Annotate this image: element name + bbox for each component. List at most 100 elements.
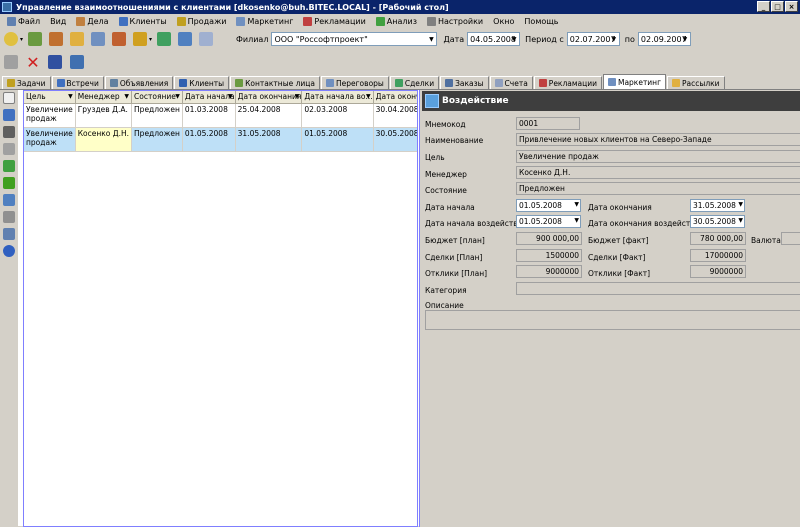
tag-button[interactable] xyxy=(155,30,173,48)
disabled-button[interactable] xyxy=(2,53,20,71)
book-button[interactable] xyxy=(110,30,128,48)
table-row[interactable]: Увеличение продаж Груздев Д.А. Предложен 01… xyxy=(24,103,417,128)
tab-10[interactable]: Маркетинг xyxy=(602,74,667,89)
tab-4[interactable]: Контактные лица xyxy=(230,76,320,89)
columns-icon[interactable] xyxy=(3,194,15,206)
menu-item-1[interactable]: Вид xyxy=(45,14,71,28)
goal-field[interactable]: Увеличение продаж xyxy=(516,150,800,163)
menu-item-9[interactable]: Окно xyxy=(488,14,519,28)
menu-item-3[interactable]: Клиенты xyxy=(114,14,172,28)
description-field[interactable] xyxy=(425,310,800,330)
tab-6[interactable]: Сделки xyxy=(389,76,440,89)
tab-3[interactable]: Клиенты xyxy=(174,76,230,89)
period-to-select[interactable]: 02.09.2007 ▼ xyxy=(637,32,691,46)
table-cell[interactable]: Предложен xyxy=(131,103,183,128)
state-field[interactable]: Предложен xyxy=(516,182,800,195)
table-cell[interactable]: 01.05.2008 xyxy=(182,127,236,152)
budget-plan-field[interactable]: 900 000,00 xyxy=(516,232,582,245)
responses-fact-field[interactable]: 9000000 xyxy=(690,265,746,278)
print-icon[interactable] xyxy=(3,211,15,223)
menu-item-label: Помощь xyxy=(524,16,559,26)
currency-field[interactable] xyxy=(781,232,800,245)
date-select[interactable]: 04.05.2008 ▼ xyxy=(467,32,521,46)
name-field[interactable]: Привлечение новых клиентов на Северо-Зап… xyxy=(516,133,800,146)
grid-button[interactable] xyxy=(176,30,194,48)
table-cell[interactable]: Косенко Д.Н. xyxy=(75,127,133,152)
tab-5[interactable]: Переговоры xyxy=(320,76,389,89)
table-cell[interactable]: Увеличение продаж xyxy=(24,103,76,128)
tab-0[interactable]: Задачи xyxy=(2,76,51,89)
table-cell[interactable]: 25.04.2008 xyxy=(235,103,303,128)
table-cell[interactable]: 30.04.2008 xyxy=(373,103,417,128)
column-header[interactable]: Состояние ▼ xyxy=(131,91,183,104)
calendar-icon xyxy=(91,32,106,46)
tab-2[interactable]: Объявления xyxy=(104,76,174,89)
manager-field[interactable]: Косенко Д.Н. xyxy=(516,166,800,179)
pages-button[interactable] xyxy=(197,30,215,48)
menu-item-6[interactable]: Рекламации xyxy=(298,14,370,28)
pen-button[interactable] xyxy=(131,30,149,48)
branch-select[interactable]: ООО "Россофтпроект" ▼ xyxy=(271,32,438,46)
table-row[interactable]: Увеличение продаж Косенко Д.Н. Предложен 01… xyxy=(24,127,417,152)
tab-11[interactable]: Рассылки xyxy=(667,76,725,89)
filter-icon[interactable] xyxy=(3,177,15,189)
table-cell[interactable]: 01.03.2008 xyxy=(182,103,236,128)
table-cell[interactable]: Груздев Д.А. xyxy=(75,103,133,128)
menu-item-4[interactable]: Продажи xyxy=(172,14,232,28)
table-cell[interactable]: Предложен xyxy=(131,127,183,152)
save-button[interactable] xyxy=(46,53,64,71)
close-button[interactable]: × xyxy=(785,1,798,12)
period-from-select[interactable]: 02.07.2007 ▼ xyxy=(566,32,620,46)
tab-7[interactable]: Заказы xyxy=(440,76,489,89)
responses-plan-field[interactable]: 9000000 xyxy=(516,265,582,278)
mnemo-field[interactable]: 0001 xyxy=(516,117,580,130)
end-date-field[interactable]: 31.05.2008 ▼ xyxy=(690,199,745,212)
impact-end-field[interactable]: 30.05.2008 ▼ xyxy=(690,215,745,228)
contacts-button[interactable] xyxy=(47,30,65,48)
client-button[interactable] xyxy=(26,30,44,48)
column-header[interactable]: Дата начала во... ▼ xyxy=(301,91,374,104)
print-preview-icon[interactable] xyxy=(3,228,15,240)
disk-icon xyxy=(48,55,62,69)
maximize-button[interactable]: □ xyxy=(771,1,784,12)
table-cell[interactable]: Увеличение продаж xyxy=(24,127,76,152)
help-icon[interactable] xyxy=(3,245,15,257)
save-all-button[interactable] xyxy=(68,53,86,71)
table-cell[interactable]: 30.05.2008 xyxy=(373,127,417,152)
impact-start-field[interactable]: 01.05.2008 ▼ xyxy=(516,215,581,228)
menu-item-7[interactable]: Анализ xyxy=(371,14,422,28)
folder-button[interactable] xyxy=(68,30,86,48)
trash-icon[interactable] xyxy=(3,126,15,138)
column-header[interactable]: Менеджер ▼ xyxy=(75,91,133,104)
calendar-button[interactable] xyxy=(89,30,107,48)
tab-9[interactable]: Рекламации xyxy=(533,76,602,89)
marketing-grid[interactable]: Цель ▼ Менеджер ▼ Состояние ▼ Дата начала ▼ Дата… xyxy=(23,90,418,527)
cancel-icon[interactable] xyxy=(3,143,15,155)
column-header[interactable]: Цель ▼ xyxy=(24,91,76,104)
column-header[interactable]: Дата начала ▼ xyxy=(182,91,236,104)
tab-1[interactable]: Встречи xyxy=(51,76,104,89)
search-button[interactable] xyxy=(2,30,20,48)
menu-item-10[interactable]: Помощь xyxy=(519,14,563,28)
file-icon xyxy=(7,16,16,26)
edit-icon[interactable] xyxy=(3,109,15,121)
column-header[interactable]: Дата окончания▼ xyxy=(235,91,303,104)
refresh-icon[interactable] xyxy=(3,160,15,172)
menu-item-8[interactable]: Настройки xyxy=(422,14,488,28)
deals-fact-field[interactable]: 17000000 xyxy=(690,249,746,262)
table-cell[interactable]: 31.05.2008 xyxy=(235,127,303,152)
new-icon[interactable] xyxy=(3,92,15,104)
table-cell[interactable]: 02.03.2008 xyxy=(301,103,374,128)
category-field[interactable] xyxy=(516,282,800,295)
menu-item-2[interactable]: Дела xyxy=(71,14,113,28)
menu-item-5[interactable]: Маркетинг xyxy=(231,14,298,28)
column-header[interactable]: Дата окончания▼ xyxy=(373,91,417,104)
deals-plan-field[interactable]: 1500000 xyxy=(516,249,582,262)
menu-item-0[interactable]: Файл xyxy=(2,14,45,28)
start-date-field[interactable]: 01.05.2008 ▼ xyxy=(516,199,581,212)
minimize-button[interactable]: _ xyxy=(757,1,770,12)
budget-fact-field[interactable]: 780 000,00 xyxy=(690,232,746,245)
table-cell[interactable]: 01.05.2008 xyxy=(301,127,374,152)
tab-8[interactable]: Счета xyxy=(489,76,533,89)
delete-button[interactable]: ✕ xyxy=(24,53,42,72)
